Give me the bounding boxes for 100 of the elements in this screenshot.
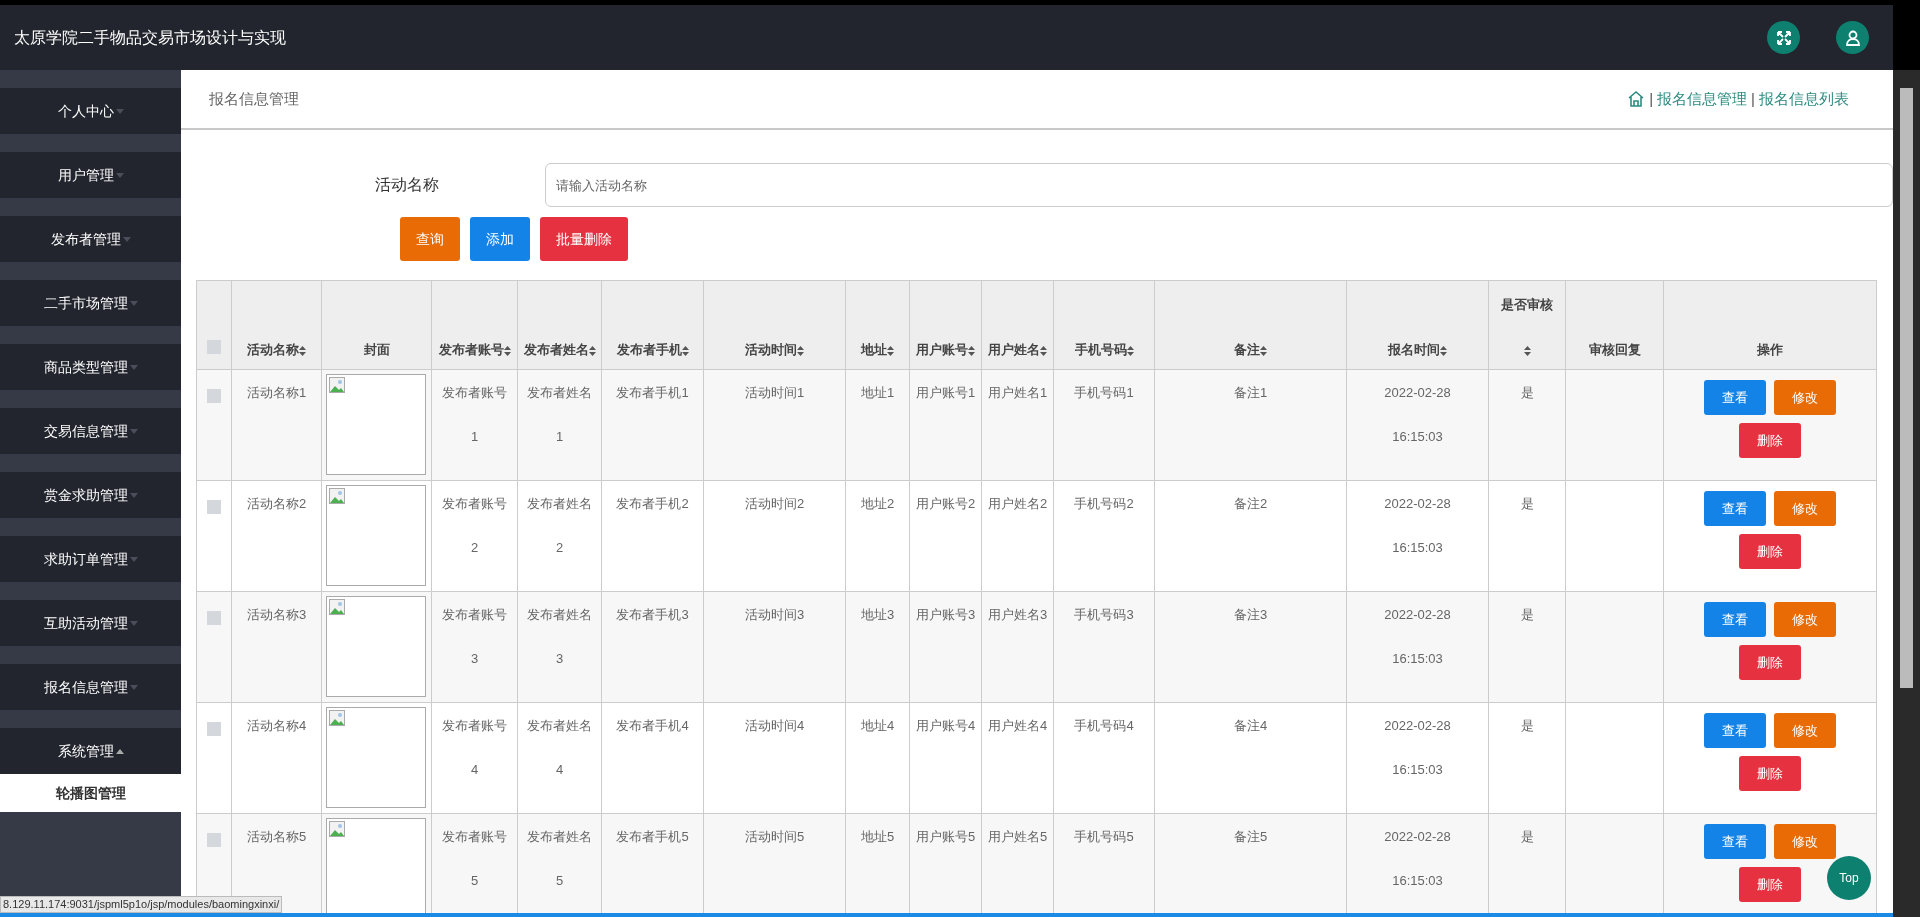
cell-text: 2022-02-28 16:15:03 — [1383, 717, 1452, 779]
cell-text: 手机号码4 — [1074, 718, 1134, 733]
cell-text: 用户账号4 — [914, 717, 977, 735]
cell-text: 用户姓名2 — [986, 495, 1049, 513]
cell-text: 备注1 — [1233, 385, 1268, 400]
cell-text: 发布者姓名4 — [526, 717, 593, 779]
cell-text: 发布者手机1 — [616, 385, 689, 400]
cell-text: 2022-02-28 16:15:03 — [1383, 495, 1452, 557]
cell-text: 用户账号5 — [914, 828, 977, 846]
cell-text: 发布者姓名3 — [526, 606, 593, 668]
page-title: 报名信息管理 — [209, 88, 300, 109]
column-header[interactable]: 操作 — [1757, 342, 1783, 357]
cell-text: 发布者手机2 — [616, 496, 689, 511]
cell-text: 发布者姓名5 — [526, 828, 593, 890]
breadcrumb-separator: | — [1649, 88, 1654, 109]
cell-text: 活动名称2 — [246, 496, 307, 511]
sidebar-item[interactable]: 系统管理 — [0, 728, 181, 774]
sidebar-item[interactable]: 互助活动管理 — [0, 600, 181, 646]
delete-button[interactable]: 删除 — [1739, 867, 1801, 902]
cell-text: 发布者姓名2 — [526, 495, 593, 557]
cell-text: 活动名称4 — [246, 718, 307, 733]
cell-text: 地址4 — [860, 718, 895, 733]
breadcrumb-link[interactable]: 报名信息管理 — [1657, 87, 1748, 111]
view-button[interactable]: 查看 — [1704, 824, 1766, 859]
cell-text: 发布者手机5 — [616, 829, 689, 844]
search-field[interactable]: 请输入活动名称 — [544, 163, 1893, 207]
column-header[interactable]: 报名时间 — [1388, 342, 1440, 357]
sidebar-item[interactable]: 用户管理 — [0, 152, 181, 198]
cell-text: 是 — [1520, 496, 1534, 511]
column-header[interactable]: 用户账号 — [916, 342, 968, 357]
cell-text: 发布者账号4 — [441, 717, 508, 779]
sidebar-item[interactable]: 商品类型管理 — [0, 344, 181, 390]
cell-text: 活动时间5 — [744, 829, 805, 844]
column-header[interactable]: 发布者账号 — [438, 342, 504, 357]
column-header[interactable]: 发布者手机 — [616, 342, 682, 357]
view-button[interactable]: 查看 — [1704, 713, 1766, 748]
cell-text: 地址3 — [860, 607, 895, 622]
cell-text: 2022-02-28 16:15:03 — [1383, 828, 1452, 890]
cell-text: 活动时间2 — [744, 496, 805, 511]
cell-text: 用户姓名3 — [986, 606, 1049, 624]
column-header[interactable]: 活动时间 — [745, 342, 797, 357]
cell-text: 备注5 — [1233, 829, 1268, 844]
column-header[interactable]: 审核回复 — [1588, 342, 1641, 357]
cell-text: 活动时间3 — [744, 607, 805, 622]
sidebar-item[interactable]: 二手市场管理 — [0, 280, 181, 326]
add-button[interactable]: 添加 — [470, 217, 530, 261]
cell-text: 发布者账号5 — [441, 828, 508, 890]
cell-text: 手机号码3 — [1074, 607, 1134, 622]
delete-button[interactable]: 删除 — [1739, 534, 1801, 569]
cell-text: 活动时间1 — [744, 385, 805, 400]
cell-text: 2022-02-28 16:15:03 — [1383, 606, 1452, 668]
cell-text: 发布者账号3 — [441, 606, 508, 668]
view-button[interactable]: 查看 — [1704, 602, 1766, 637]
cell-text: 手机号码1 — [1074, 385, 1134, 400]
sidebar-subitem[interactable]: 轮播图管理 — [0, 774, 181, 812]
cell-text: 备注2 — [1233, 496, 1268, 511]
sidebar-item[interactable]: 赏金求助管理 — [0, 472, 181, 518]
sidebar-item[interactable]: 发布者管理 — [0, 216, 181, 262]
search-label: 活动名称 — [373, 175, 440, 195]
column-header[interactable]: 是否审核 — [1501, 297, 1553, 312]
column-header[interactable]: 用户姓名 — [988, 342, 1040, 357]
sidebar-item[interactable]: 求助订单管理 — [0, 536, 181, 582]
sidebar-item[interactable]: 个人中心 — [0, 88, 181, 134]
status-bar: 8.129.11.174:9031/jspml5p1o/jsp/modules/baomingxinxi/ — [0, 896, 283, 913]
cell-text: 发布者手机3 — [616, 607, 689, 622]
breadcrumb-link[interactable]: 报名信息列表 — [1759, 87, 1849, 111]
column-header[interactable]: 活动名称 — [247, 342, 299, 357]
cell-text: 是 — [1520, 607, 1534, 622]
app-title: 太原学院二手物品交易市场设计与实现 — [14, 27, 287, 48]
sidebar-item[interactable]: 交易信息管理 — [0, 408, 181, 454]
cell-text: 是 — [1520, 718, 1534, 733]
cell-text: 用户账号2 — [914, 495, 977, 513]
cell-text: 用户账号1 — [914, 384, 977, 402]
cell-text: 备注3 — [1233, 607, 1268, 622]
cell-text: 发布者账号2 — [441, 495, 508, 557]
column-header[interactable]: 地址 — [861, 342, 887, 357]
cell-text: 是 — [1520, 385, 1534, 400]
view-button[interactable]: 查看 — [1704, 491, 1766, 526]
column-header[interactable]: 手机号码 — [1074, 342, 1127, 357]
cell-text: 用户姓名4 — [986, 717, 1049, 735]
cell-text: 活动名称1 — [246, 385, 307, 400]
cell-text: 手机号码2 — [1074, 496, 1134, 511]
cell-text: 备注4 — [1233, 718, 1268, 733]
cell-text: 活动时间4 — [744, 718, 805, 733]
batch-delete-button[interactable]: 批量删除 — [540, 217, 628, 261]
sidebar-item[interactable]: 报名信息管理 — [0, 664, 181, 710]
column-header[interactable]: 备注 — [1234, 342, 1260, 357]
column-header[interactable]: 封面 — [363, 342, 390, 357]
cell-text: 活动名称5 — [246, 829, 307, 844]
breadcrumb-separator: | — [1751, 88, 1755, 109]
view-button[interactable]: 查看 — [1704, 380, 1766, 415]
delete-button[interactable]: 删除 — [1739, 756, 1801, 791]
cell-text: 活动名称3 — [246, 607, 307, 622]
delete-button[interactable]: 删除 — [1739, 645, 1801, 680]
cell-text: 用户姓名1 — [986, 384, 1049, 402]
cell-text: 发布者手机4 — [616, 718, 689, 733]
cell-text: 地址1 — [860, 385, 895, 400]
cell-text: 发布者姓名1 — [526, 384, 593, 446]
column-header[interactable]: 发布者姓名 — [523, 342, 589, 357]
delete-button[interactable]: 删除 — [1739, 423, 1801, 458]
